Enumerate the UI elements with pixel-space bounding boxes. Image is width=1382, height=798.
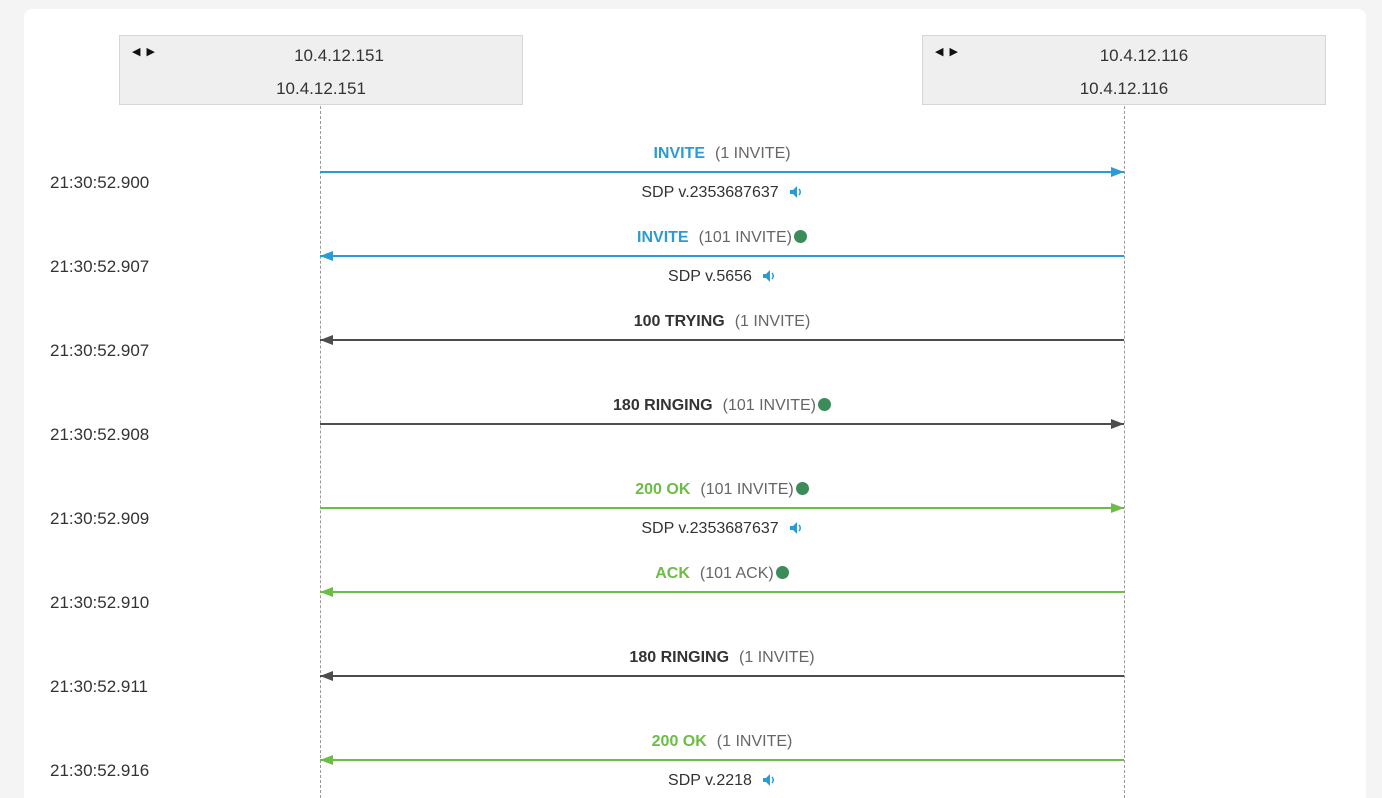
- lifeline-right: [1124, 106, 1125, 798]
- message-method: 100 TRYING: [633, 313, 725, 330]
- sdp-link[interactable]: SDP v.2353687637: [320, 184, 1124, 202]
- message-label[interactable]: 100 TRYING (1 INVITE): [320, 313, 1124, 331]
- message-cseq: (1 INVITE): [739, 649, 815, 666]
- message-timestamp: 21:30:52.910: [50, 593, 150, 612]
- host-ip-primary: 10.4.12.151: [294, 46, 384, 65]
- message-method: 180 RINGING: [613, 397, 713, 414]
- host-header-right: ◀ ▶ 10.4.12.116 10.4.12.116: [922, 35, 1326, 105]
- status-dot-icon: [795, 482, 809, 495]
- message-method: INVITE: [653, 145, 705, 162]
- message-cseq: (1 INVITE): [734, 313, 811, 330]
- host-ip-secondary: 10.4.12.151: [276, 79, 366, 98]
- message-label[interactable]: 180 RINGING (1 INVITE): [320, 649, 1124, 667]
- message-timestamp: 21:30:52.907: [50, 341, 150, 360]
- host-ip-primary: 10.4.12.116: [1099, 46, 1189, 65]
- message-method: 180 RINGING: [629, 649, 730, 666]
- message-method: 200 OK: [651, 733, 707, 750]
- host-ip-secondary: 10.4.12.116: [1079, 79, 1169, 98]
- sdp-link[interactable]: SDP v.5656: [320, 268, 1124, 286]
- message-cseq: (101 INVITE): [700, 481, 794, 498]
- sdp-version: SDP v.2218: [668, 772, 752, 789]
- message-timestamp: 21:30:52.909: [50, 509, 150, 528]
- message-method: ACK: [655, 565, 690, 582]
- message-label[interactable]: ACK (101 ACK): [320, 565, 1124, 583]
- speaker-icon[interactable]: [762, 773, 776, 787]
- status-dot-icon: [775, 566, 789, 579]
- sdp-link[interactable]: SDP v.2353687637: [320, 520, 1124, 538]
- speaker-icon[interactable]: [789, 185, 803, 199]
- message-timestamp: 21:30:52.911: [50, 677, 148, 696]
- status-dot-icon: [817, 398, 831, 411]
- message-cseq: (1 INVITE): [715, 145, 791, 162]
- speaker-icon[interactable]: [789, 521, 803, 535]
- sdp-version: SDP v.2353687637: [641, 520, 779, 537]
- status-dot-icon: [793, 230, 807, 243]
- message-cseq: (1 INVITE): [716, 733, 793, 750]
- message-cseq: (101 ACK): [699, 565, 774, 582]
- message-method: INVITE: [637, 229, 689, 246]
- message-timestamp: 21:30:52.908: [50, 425, 150, 444]
- host-header-left: ◀ ▶ 10.4.12.151 10.4.12.151: [119, 35, 523, 105]
- message-cseq: (101 INVITE): [698, 229, 792, 246]
- speaker-icon[interactable]: [762, 269, 776, 283]
- message-label[interactable]: INVITE (101 INVITE): [320, 229, 1124, 247]
- message-timestamp: 21:30:52.900: [50, 173, 150, 192]
- message-label[interactable]: 200 OK (1 INVITE): [320, 733, 1124, 751]
- lifeline-left: [320, 106, 321, 798]
- message-label[interactable]: 200 OK (101 INVITE): [320, 481, 1124, 499]
- message-label[interactable]: 180 RINGING (101 INVITE): [320, 397, 1124, 415]
- message-method: 200 OK: [635, 481, 691, 498]
- message-label[interactable]: INVITE (1 INVITE): [320, 145, 1124, 163]
- message-timestamp: 21:30:52.916: [50, 761, 150, 780]
- sdp-version: SDP v.2353687637: [641, 184, 779, 201]
- message-cseq: (101 INVITE): [722, 397, 816, 414]
- message-timestamp: 21:30:52.907: [50, 257, 150, 276]
- sdp-link[interactable]: SDP v.2218: [320, 772, 1124, 790]
- sdp-version: SDP v.5656: [668, 268, 752, 285]
